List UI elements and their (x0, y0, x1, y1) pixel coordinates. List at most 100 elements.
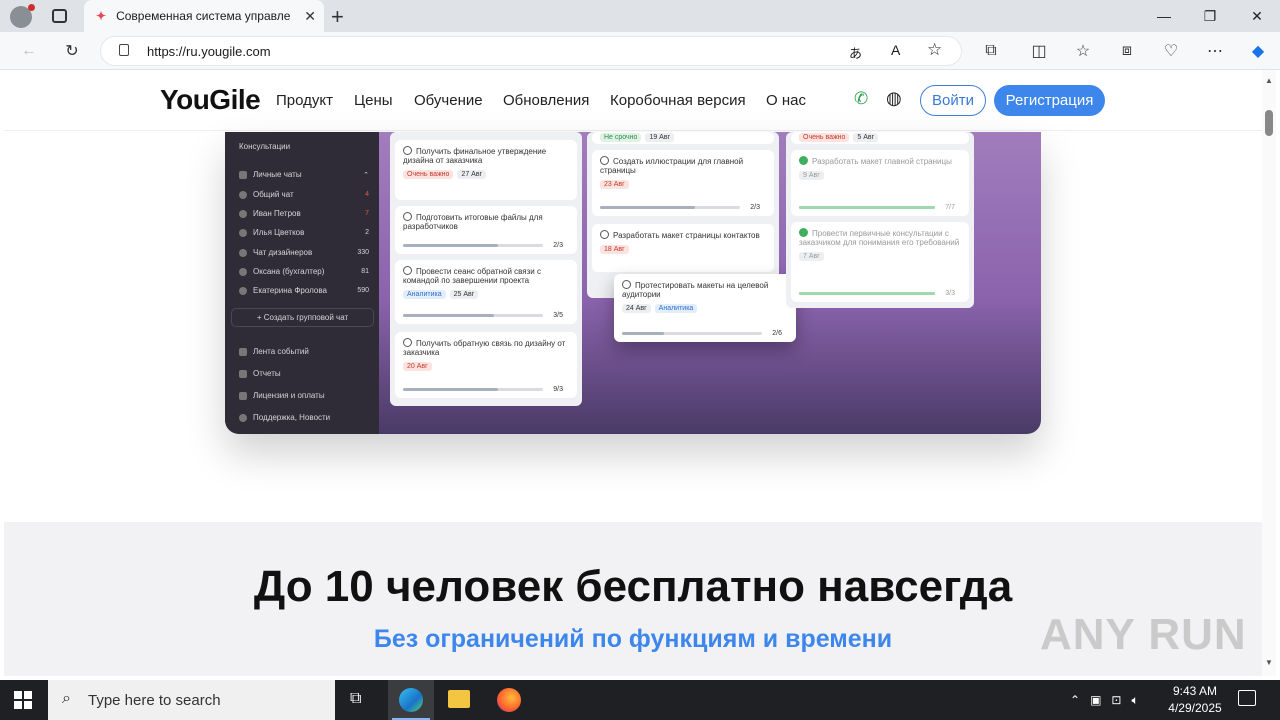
task-view-icon[interactable]: ⧉ (350, 690, 361, 708)
back-icon[interactable]: ← (14, 36, 44, 66)
close-window-icon[interactable]: ✕ (1234, 0, 1280, 32)
due-date: 9 Авг (799, 171, 824, 180)
favorites-icon[interactable]: ☆ (1068, 36, 1098, 66)
task-card: Провести первичные консультации с заказч… (791, 222, 969, 302)
search-icon: ⌕ (62, 690, 71, 707)
extensions-icon[interactable]: ⧉ (976, 36, 1006, 66)
unread-count: 7 (365, 210, 369, 217)
site-logo[interactable]: YouGile (160, 84, 261, 116)
due-date: 20 Авг (403, 362, 432, 371)
task-card: Провести сеанс обратной связи с командой… (395, 260, 577, 324)
task-title: Разработать макет страницы контактов (613, 231, 760, 240)
split-screen-icon[interactable]: ◫ (1024, 36, 1054, 66)
sidebar-item-label: Личные чаты (253, 170, 302, 179)
system-tray: ⌃ ▣ ⊡ 🔈︎ (1070, 680, 1150, 720)
task-card: Получить обратную связь по дизайну от за… (395, 332, 577, 398)
register-button[interactable]: Регистрация (994, 85, 1105, 116)
task-title: Подготовить итоговые файлы для разработч… (403, 213, 543, 231)
notifications-icon[interactable] (1238, 690, 1256, 706)
license-icon (239, 391, 247, 400)
clock[interactable]: 9:43 AM 4/29/2025 (1165, 683, 1225, 717)
read-aloud-icon[interactable]: A (891, 42, 900, 58)
chevron-up-icon[interactable]: ⌃ (1070, 693, 1080, 707)
unread-count: 2 (365, 229, 369, 236)
task-check-icon (403, 338, 412, 347)
task-title: Получить финальное утверждение дизайна о… (403, 147, 547, 165)
lock-icon (119, 44, 129, 56)
task-card: Получить финальное утверждение дизайна о… (395, 140, 577, 200)
search-placeholder: Type here to search (88, 691, 221, 709)
sidebar-item-label: Иван Петров (253, 209, 301, 218)
taskbar-edge[interactable] (388, 680, 434, 720)
copilot-icon[interactable]: ◆ (1243, 36, 1273, 66)
priority-tag: Очень важно (403, 170, 454, 179)
yougile-favicon-icon: ✦ (96, 9, 107, 23)
favorite-star-icon[interactable]: ☆ (927, 40, 942, 60)
pricing-heading: До 10 человек бесплатно навсегда (253, 562, 1013, 611)
browser-essentials-icon[interactable]: ♡ (1156, 36, 1186, 66)
page-scrollbar[interactable] (1262, 70, 1276, 676)
support-icon (239, 413, 247, 422)
due-date: 5 Авг (853, 133, 879, 142)
unread-count: 81 (361, 268, 369, 275)
chat-icon (239, 170, 247, 179)
close-tab-icon[interactable]: ✕ (304, 8, 316, 25)
volume-icon[interactable]: 🔈︎ (1131, 693, 1138, 708)
language-globe-icon[interactable]: ◍ (886, 88, 902, 109)
restore-icon[interactable]: ❐ (1187, 0, 1233, 32)
address-bar[interactable]: https://ru.yougile.com あ A ☆ (100, 36, 962, 66)
nav-pricing[interactable]: Цены (354, 92, 393, 109)
tab-yougile[interactable]: ✦ Современная система управле ✕ (84, 0, 324, 32)
anyrun-watermark: ANY RUN (1040, 610, 1247, 659)
minimize-icon[interactable]: — (1141, 0, 1187, 32)
firefox-icon[interactable] (497, 688, 521, 712)
task-card: Разработать макет главной страницы 9 Авг… (791, 150, 969, 216)
nav-learning[interactable]: Обучение (414, 92, 483, 109)
priority-tag: Очень важно (799, 133, 850, 142)
subtask-progress: 9/3 (553, 386, 563, 393)
unread-count: 4 (365, 191, 369, 198)
task-check-icon (403, 146, 412, 155)
tab-actions-icon[interactable] (52, 9, 67, 23)
meet-now-icon[interactable]: ▣ (1090, 693, 1101, 707)
translate-icon[interactable]: あ (849, 43, 862, 62)
category-tag: Аналитика (654, 304, 698, 313)
task-check-icon (403, 266, 412, 275)
scrollbar-thumb[interactable] (1265, 110, 1273, 136)
profile-icon[interactable] (10, 4, 35, 28)
new-tab-icon[interactable]: + (331, 4, 344, 30)
file-explorer-icon[interactable] (448, 690, 470, 708)
network-icon[interactable]: ⊡ (1111, 693, 1121, 707)
taskbar-search[interactable]: ⌕ Type here to search (48, 680, 335, 720)
sidebar-item-label: Илья Цветков (253, 228, 305, 237)
scroll-down-icon[interactable]: ▼ (1265, 658, 1273, 667)
task-card: Не срочно 19 Авг (592, 132, 774, 144)
task-check-icon (622, 280, 631, 289)
nav-updates[interactable]: Обновления (503, 92, 589, 109)
windows-start-icon[interactable] (14, 691, 32, 709)
scroll-up-icon[interactable]: ▲ (1265, 76, 1273, 85)
more-menu-icon[interactable]: ⋯ (1200, 36, 1230, 66)
due-date: 24 Авг (622, 304, 651, 313)
feed-icon (239, 347, 247, 356)
subtask-progress: 2/3 (750, 204, 760, 211)
nav-product[interactable]: Продукт (276, 92, 333, 109)
phone-call-icon[interactable]: ✆ (854, 89, 868, 109)
task-title: Разработать макет главной страницы (812, 157, 952, 166)
task-check-icon (600, 230, 609, 239)
page-content: YouGile Продукт Цены Обучение Обновления… (4, 70, 1262, 676)
sidebar-item-label: Оксана (бухгалтер) (253, 267, 325, 276)
task-done-icon (799, 156, 808, 165)
task-title: Протестировать макеты на целевой аудитор… (622, 281, 769, 299)
task-title: Создать иллюстрации для главной страницы (600, 157, 744, 175)
due-date: 23 Авг (600, 180, 629, 189)
login-button[interactable]: Войти (920, 85, 986, 116)
task-title: Провести первичные консультации с заказч… (799, 229, 960, 247)
collections-icon[interactable]: ⧈ (1112, 36, 1142, 66)
product-screenshot: Консультации Личные чаты ⌃ Общий чат 4 Ива… (225, 132, 1041, 434)
avatar (239, 286, 247, 295)
refresh-icon[interactable]: ↻ (57, 36, 87, 66)
nav-boxed-version[interactable]: Коробочная версия (610, 92, 746, 109)
create-group-chat-button: + Создать групповой чат (256, 313, 349, 322)
nav-about[interactable]: О нас (766, 92, 806, 109)
